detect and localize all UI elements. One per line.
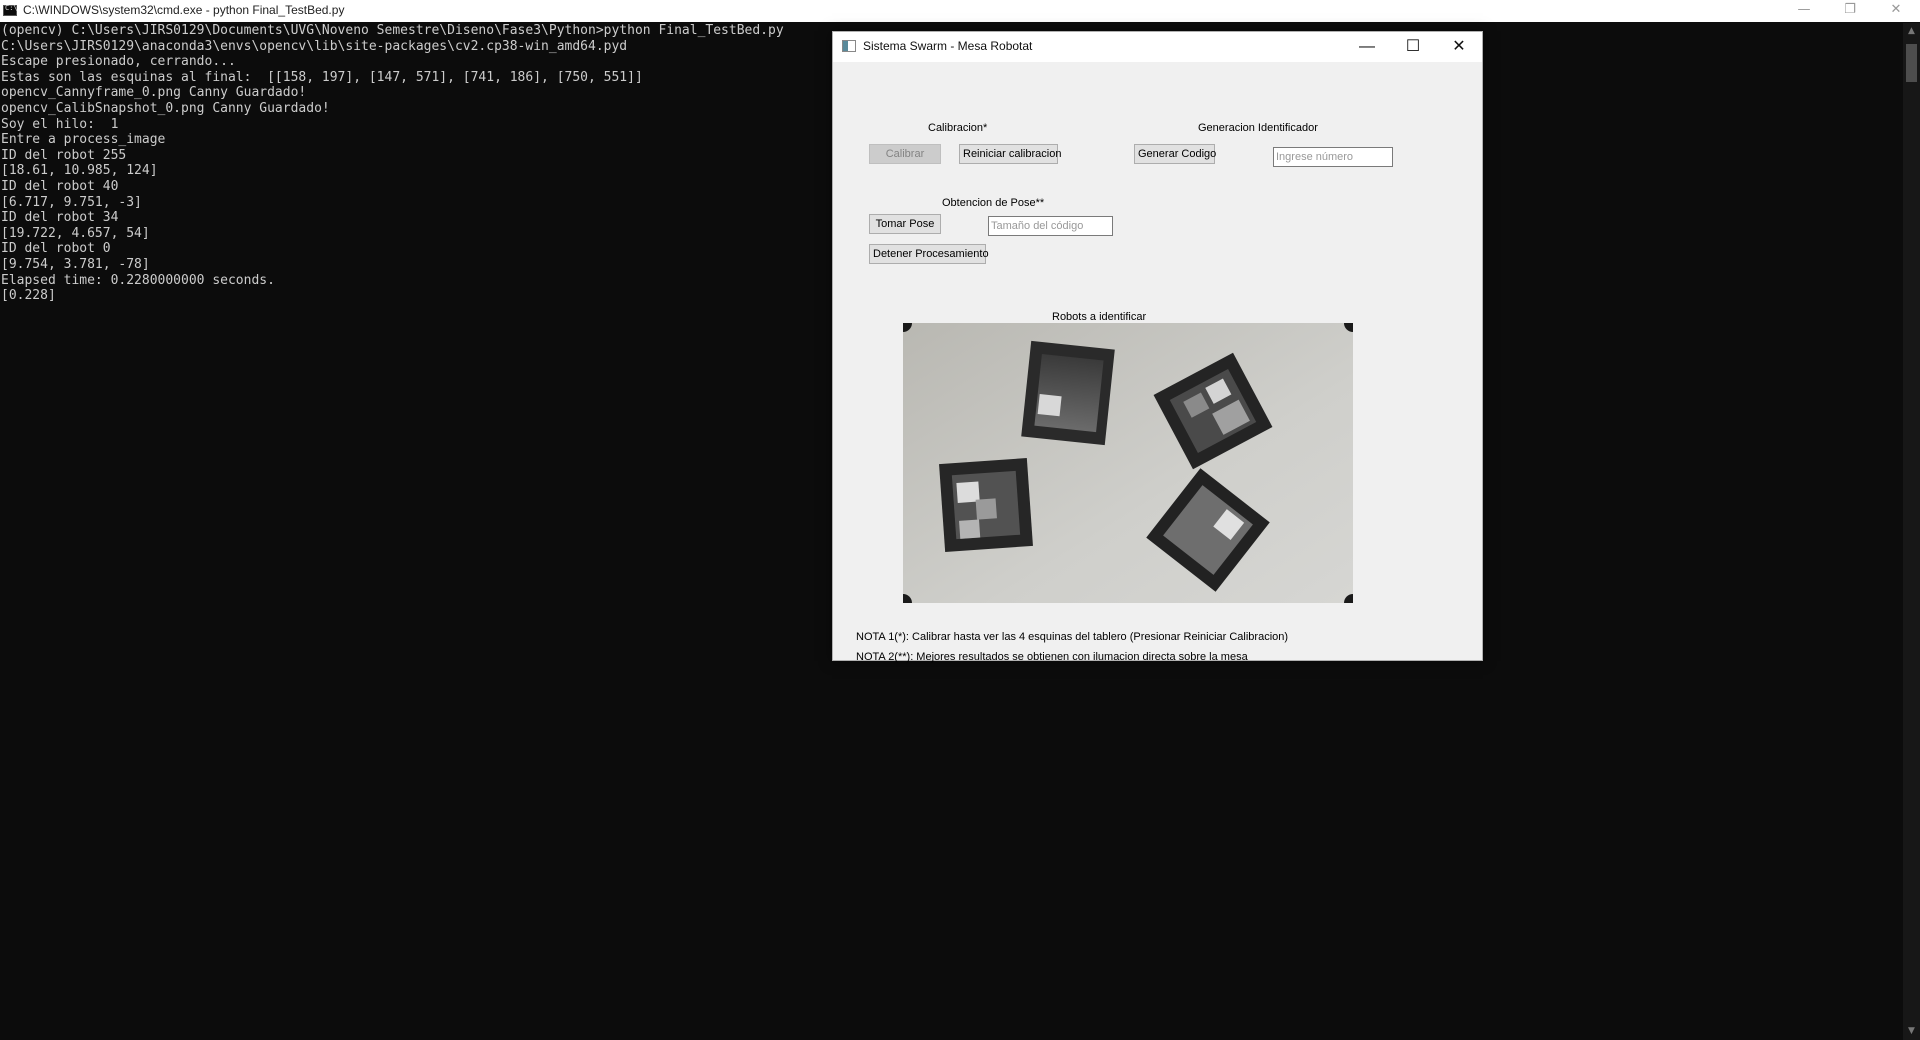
console-line: Soy el hilo: 1 <box>1 116 119 132</box>
calibration-heading: Calibracion* <box>928 122 988 134</box>
console-line: Entre a process_image <box>1 132 166 148</box>
reset-calibration-button[interactable]: Reiniciar calibracion <box>959 144 1061 164</box>
robot-marker <box>1021 340 1115 446</box>
console-line: [18.61, 10.985, 124] <box>1 163 158 179</box>
cmd-close-button[interactable]: ✕ <box>1873 0 1919 22</box>
console-lines: (opencv) C:\Users\JIRS0129\Documents\UVG… <box>1 23 784 304</box>
code-number-input[interactable]: Ingrese número <box>1273 147 1393 167</box>
console-line: [19.722, 4.657, 54] <box>1 225 150 241</box>
camera-feed-image <box>903 323 1353 603</box>
console-line: (opencv) C:\Users\JIRS0129\Documents\UVG… <box>1 23 784 38</box>
console-line: [6.717, 9.751, -3] <box>1 194 142 210</box>
console-line: opencv_CalibSnapshot_0.png Canny Guardad… <box>1 100 330 116</box>
cmd-titlebar[interactable]: C:\WINDOWS\system32\cmd.exe - python Fin… <box>0 0 1920 22</box>
code-size-input[interactable]: Tamaño del código <box>988 216 1113 236</box>
console-line: ID del robot 40 <box>1 178 119 194</box>
console-line: ID del robot 255 <box>1 147 127 163</box>
minimize-button[interactable]: — <box>1344 32 1390 62</box>
stop-processing-button[interactable]: Detener Procesamiento <box>869 244 989 264</box>
cmd-restore-button[interactable]: ❐ <box>1827 0 1873 22</box>
console-line: Escape presionado, cerrando... <box>1 54 236 70</box>
app-titlebar[interactable]: Sistema Swarm - Mesa Robotat — ☐ ✕ <box>833 32 1482 62</box>
cmd-window-title: C:\WINDOWS\system32\cmd.exe - python Fin… <box>23 3 345 17</box>
camera-heading: Robots a identificar <box>1052 311 1147 323</box>
app-window: Sistema Swarm - Mesa Robotat — ☐ ✕ Calib… <box>832 31 1483 663</box>
cmd-icon <box>3 4 18 16</box>
app-window-title: Sistema Swarm - Mesa Robotat <box>863 39 1033 53</box>
scroll-up-icon[interactable]: ▲ <box>1903 23 1920 40</box>
close-button[interactable]: ✕ <box>1436 32 1482 62</box>
note-2: NOTA 2(**): Mejores resultados se obtien… <box>856 651 1248 663</box>
console-line: C:\Users\JIRS0129\anaconda3\envs\opencv\… <box>1 38 628 54</box>
camera-frame-svg <box>903 323 1353 603</box>
cmd-minimize-button[interactable]: — <box>1781 0 1827 22</box>
take-pose-button[interactable]: Tomar Pose <box>869 214 941 234</box>
scroll-down-icon[interactable]: ▼ <box>1903 1023 1920 1040</box>
console-line: ID del robot 0 <box>1 241 111 257</box>
console-line: Estas son las esquinas al final: [[158, … <box>1 69 643 85</box>
generate-code-button[interactable]: Generar Codigo <box>1134 144 1216 164</box>
note-1: NOTA 1(*): Calibrar hasta ver las 4 esqu… <box>856 631 1289 643</box>
console-scrollbar[interactable]: ▲ ▼ <box>1903 23 1920 1040</box>
console-line: opencv_Cannyframe_0.png Canny Guardado! <box>1 85 307 101</box>
console-line: [0.228] <box>1 288 56 304</box>
robot-marker <box>939 458 1033 552</box>
scrollbar-thumb[interactable] <box>1906 44 1917 82</box>
maximize-button[interactable]: ☐ <box>1390 32 1436 62</box>
app-window-icon <box>842 40 856 52</box>
calibrate-button[interactable]: Calibrar <box>869 144 941 164</box>
pose-heading: Obtencion de Pose** <box>942 197 1045 209</box>
console-line: ID del robot 34 <box>1 210 119 226</box>
app-body: Calibracion* Calibrar Reiniciar calibrac… <box>833 62 1482 663</box>
console-line: Elapsed time: 0.2280000000 seconds. <box>1 272 275 288</box>
identifier-heading: Generacion Identificador <box>1198 122 1318 134</box>
console-line: [9.754, 3.781, -78] <box>1 256 150 272</box>
